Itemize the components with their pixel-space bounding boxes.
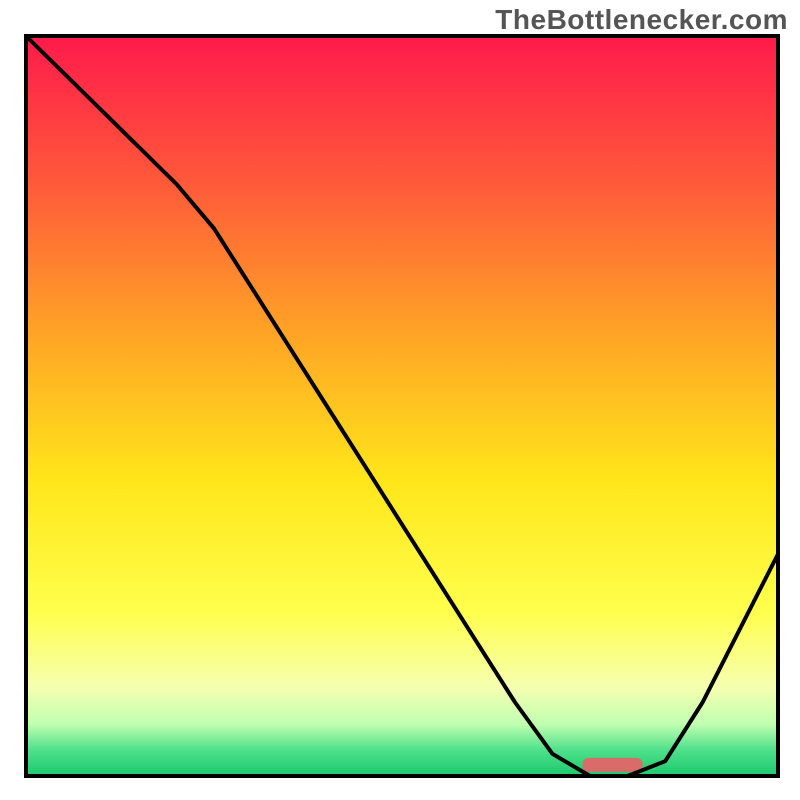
chart-container: TheBottlenecker.com [0,0,800,800]
watermark-label: TheBottlenecker.com [495,4,788,36]
bottleneck-chart [0,0,800,800]
optimal-marker [582,758,642,772]
